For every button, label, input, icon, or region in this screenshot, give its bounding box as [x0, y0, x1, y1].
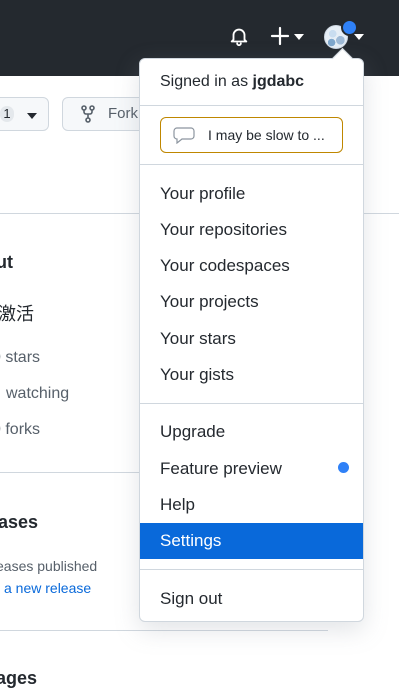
- menu-item-your-projects[interactable]: Your projects: [140, 284, 363, 320]
- signed-in-as: Signed in as jgdabc: [160, 73, 304, 91]
- divider: [0, 630, 328, 631]
- chevron-down-icon: [27, 113, 37, 119]
- speech-bubble-icon: [173, 127, 195, 144]
- about-description: 激活: [0, 304, 34, 324]
- menu-item-your-profile[interactable]: Your profile: [140, 176, 363, 212]
- menu-divider: [140, 105, 363, 106]
- fork-label: Fork: [108, 105, 138, 122]
- forks-count[interactable]: 0 forks: [0, 421, 40, 439]
- menu-item-settings[interactable]: Settings: [140, 523, 363, 559]
- status-text: I may be slow to ...: [208, 127, 325, 143]
- menu-item-upgrade[interactable]: Upgrade: [140, 414, 363, 450]
- packages-heading: ages: [0, 668, 38, 688]
- plus-icon[interactable]: [268, 24, 292, 48]
- watching-count[interactable]: watching: [6, 385, 69, 403]
- create-release-link[interactable]: a new release: [4, 580, 91, 596]
- menu-item-feature-preview[interactable]: Feature preview: [140, 451, 363, 487]
- feature-preview-dot-icon: [338, 462, 349, 473]
- menu-divider: [140, 164, 363, 165]
- releases-heading: ases: [0, 512, 39, 532]
- signed-in-prefix: Signed in as: [160, 73, 249, 90]
- fork-icon: [81, 105, 95, 123]
- set-status-button[interactable]: I may be slow to ...: [160, 117, 343, 153]
- watch-count: 1: [0, 106, 14, 122]
- bell-icon[interactable]: [228, 25, 250, 47]
- no-releases-text: eases published: [0, 558, 98, 574]
- menu-divider: [140, 403, 363, 404]
- menu-divider: [140, 569, 363, 570]
- about-heading: ut: [0, 252, 13, 272]
- user-dropdown-menu: Signed in as jgdabc I may be slow to ...…: [139, 47, 364, 622]
- menu-item-your-stars[interactable]: Your stars: [140, 321, 363, 357]
- menu-item-your-codespaces[interactable]: Your codespaces: [140, 248, 363, 284]
- menu-item-your-repositories[interactable]: Your repositories: [140, 212, 363, 248]
- menu-item-help[interactable]: Help: [140, 487, 363, 523]
- chevron-down-icon[interactable]: [294, 34, 304, 40]
- menu-item-your-gists[interactable]: Your gists: [140, 357, 363, 393]
- divider: [0, 472, 139, 473]
- stars-count[interactable]: 0 stars: [0, 349, 40, 367]
- chevron-down-icon[interactable]: [354, 34, 364, 40]
- username: jgdabc: [252, 73, 305, 90]
- menu-item-sign-out[interactable]: Sign out: [140, 581, 363, 617]
